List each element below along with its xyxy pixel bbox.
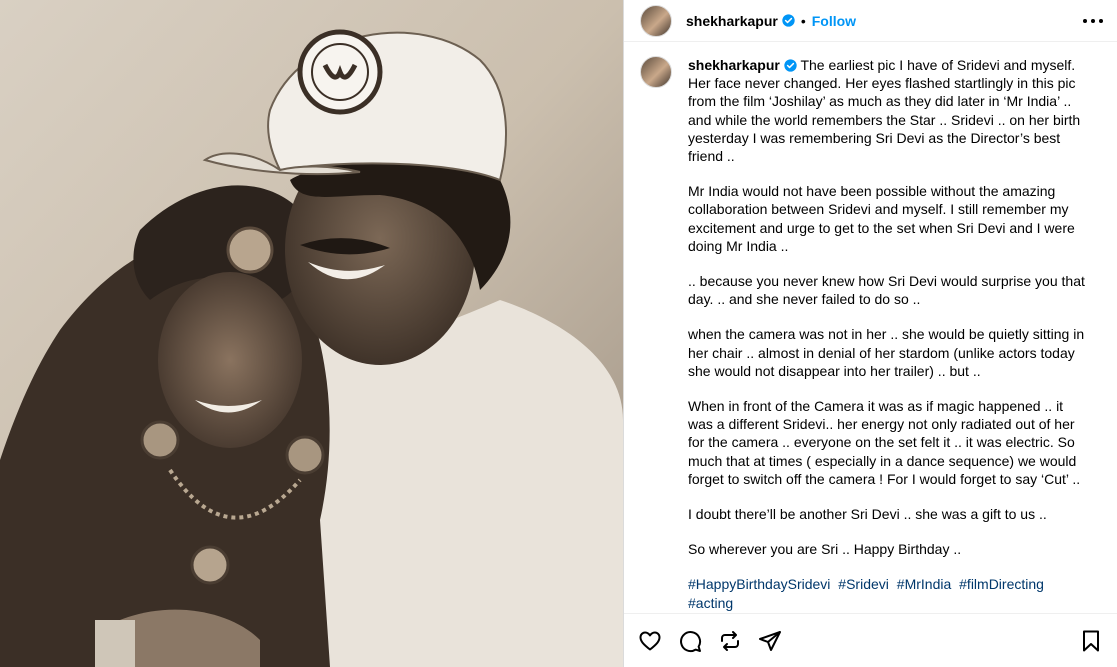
caption-paragraph: Mr India would not have been possible wi…	[688, 183, 1075, 254]
instagram-post: shekharkapur • Follow shekharkapur The e…	[0, 0, 1117, 667]
caption-paragraph: .. because you never knew how Sri Devi w…	[688, 273, 1085, 308]
author-username[interactable]: shekharkapur	[686, 13, 778, 29]
caption-paragraph: When in front of the Camera it was as if…	[688, 398, 1081, 487]
hashtag-link[interactable]: #HappyBirthdaySridevi	[688, 576, 830, 592]
hashtag-link[interactable]: #Sridevi	[838, 576, 889, 592]
caption-line-1: The earliest pic I have of Sridevi and m…	[688, 57, 1081, 165]
verified-badge-icon	[784, 59, 797, 72]
photo-sepia-couple	[0, 0, 623, 667]
share-icon[interactable]	[758, 629, 782, 653]
more-options-icon[interactable]	[1083, 12, 1103, 30]
caption-first-paragraph: shekharkapur The earliest pic I have of …	[688, 56, 1090, 165]
hashtag-link[interactable]: #acting	[688, 595, 733, 611]
post-sidebar: shekharkapur • Follow shekharkapur The e…	[623, 0, 1117, 667]
caption-paragraph: when the camera was not in her .. she wo…	[688, 326, 1085, 379]
caption-area[interactable]: shekharkapur The earliest pic I have of …	[624, 42, 1117, 613]
caption: shekharkapur The earliest pic I have of …	[640, 56, 1101, 613]
caption-text: shekharkapur The earliest pic I have of …	[688, 56, 1090, 613]
author-avatar[interactable]	[640, 5, 672, 37]
repost-icon[interactable]	[718, 629, 742, 653]
post-header: shekharkapur • Follow	[624, 0, 1117, 42]
follow-button[interactable]: Follow	[812, 13, 856, 29]
caption-avatar[interactable]	[640, 56, 672, 88]
separator-dot: •	[800, 12, 806, 29]
caption-paragraph: I doubt there’ll be another Sri Devi .. …	[688, 506, 1047, 523]
action-bar	[624, 613, 1117, 667]
heart-icon[interactable]	[638, 629, 662, 653]
caption-username[interactable]: shekharkapur	[688, 57, 780, 73]
bookmark-icon[interactable]	[1079, 629, 1103, 653]
hashtags: #HappyBirthdaySridevi #Sridevi #MrIndia …	[688, 575, 1090, 611]
post-photo[interactable]	[0, 0, 623, 667]
hashtag-link[interactable]: #MrIndia	[897, 576, 951, 592]
verified-badge-icon	[782, 14, 795, 27]
hashtag-link[interactable]: #filmDirecting	[959, 576, 1044, 592]
comment-icon[interactable]	[678, 629, 702, 653]
caption-paragraph: So wherever you are Sri .. Happy Birthda…	[688, 541, 962, 558]
